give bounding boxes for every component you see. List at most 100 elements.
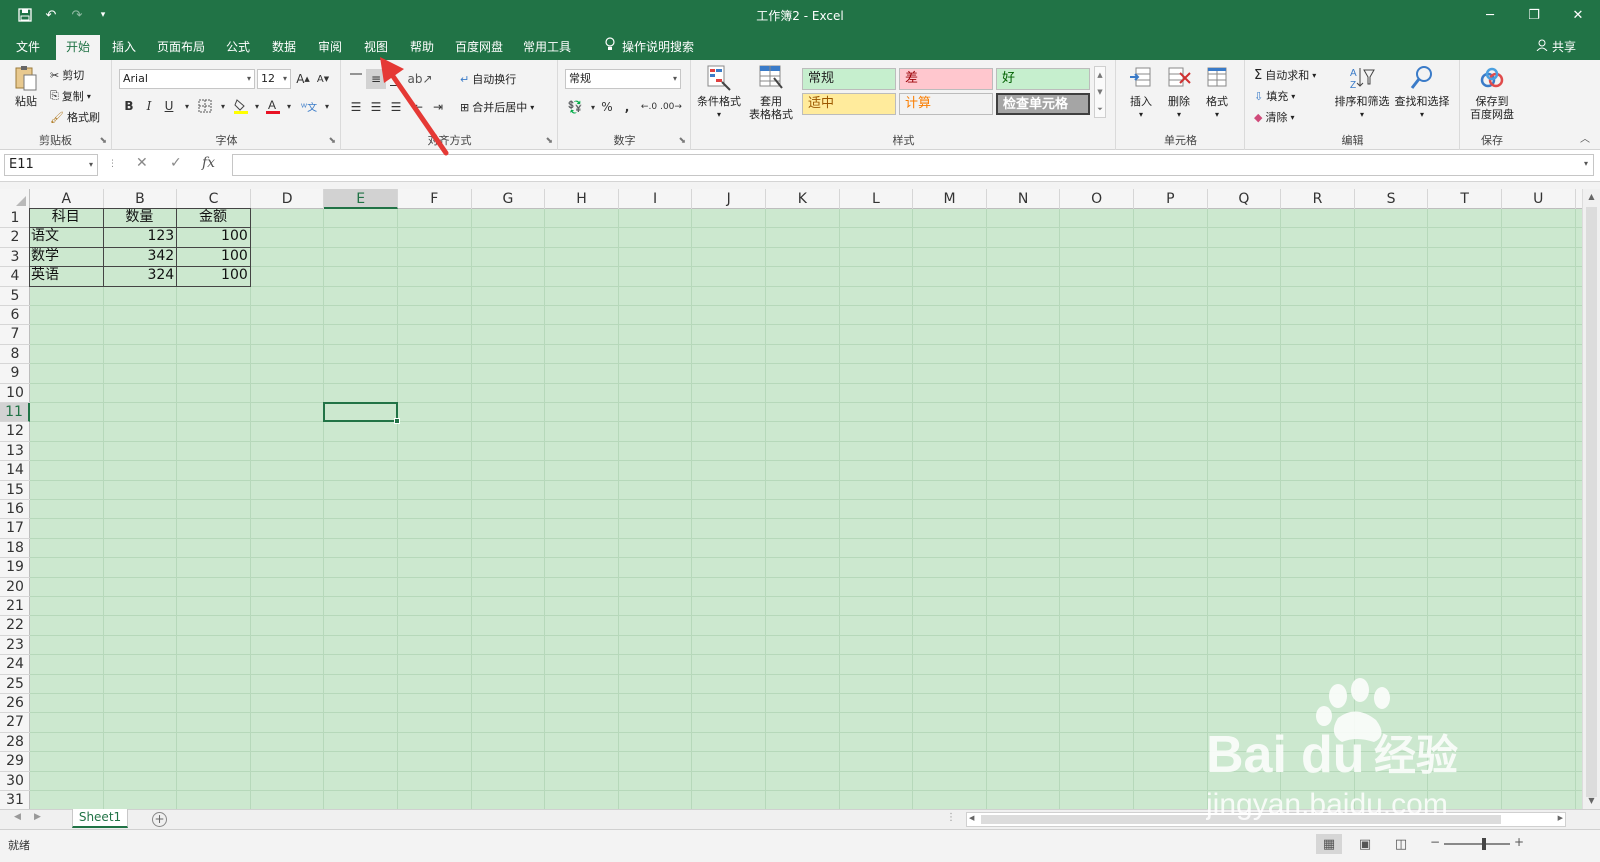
cell-b1[interactable]: 数量 <box>102 208 178 229</box>
increase-font-icon[interactable]: A ▲ <box>293 69 313 89</box>
row-header-1[interactable]: 1 <box>0 209 30 229</box>
wrap-text-button[interactable]: ↵ 自动换行 <box>460 70 516 88</box>
scroll-thumb[interactable] <box>1586 207 1597 797</box>
format-as-table-button[interactable]: 套用 表格格式 <box>744 64 798 121</box>
currency-icon[interactable]: 💱 <box>565 97 585 117</box>
minimize-icon[interactable]: ─ <box>1468 0 1512 30</box>
next-sheet-icon[interactable]: ▶ <box>34 812 41 822</box>
sort-filter-button[interactable]: AZ 排序和筛选 ▾ <box>1332 64 1392 121</box>
column-header-m[interactable]: M <box>913 189 987 209</box>
column-header-s[interactable]: S <box>1355 189 1429 209</box>
row-header-22[interactable]: 22 <box>0 616 30 636</box>
row-header-14[interactable]: 14 <box>0 461 30 481</box>
row-header-27[interactable]: 27 <box>0 713 30 733</box>
row-header-15[interactable]: 15 <box>0 481 30 500</box>
align-middle-icon[interactable]: ≡ <box>366 69 386 89</box>
cell-a2[interactable]: 语文 <box>29 227 104 248</box>
row-header-18[interactable]: 18 <box>0 539 30 559</box>
decrease-decimal-icon[interactable]: .00→ <box>660 97 682 117</box>
cell-a4[interactable]: 英语 <box>29 266 104 287</box>
row-header-11[interactable]: 11 <box>0 403 30 423</box>
row-header-4[interactable]: 4 <box>0 267 30 287</box>
cell-a1[interactable]: 科目 <box>29 208 104 229</box>
dialog-launcher-icon[interactable]: ⬊ <box>99 136 107 146</box>
selected-cell-e11[interactable] <box>323 402 400 425</box>
paste-button[interactable]: 粘贴 <box>8 64 44 108</box>
row-header-17[interactable]: 17 <box>0 519 30 539</box>
row-header-8[interactable]: 8 <box>0 345 30 365</box>
zoom-knob[interactable] <box>1482 838 1486 850</box>
column-header-q[interactable]: Q <box>1208 189 1282 209</box>
hscroll-thumb[interactable] <box>981 815 1501 824</box>
tab-view[interactable]: 视图 <box>356 35 396 60</box>
underline-button[interactable]: U <box>159 96 179 116</box>
chevron-down-icon[interactable]: ▾ <box>279 96 299 116</box>
cell-area[interactable]: 科目 数量 金额 语文 123 100 数学 342 100 英语 324 100 <box>29 208 1582 809</box>
chevron-down-icon[interactable]: ▾ <box>213 96 233 116</box>
cell-c3[interactable]: 100 <box>176 246 251 268</box>
increase-decimal-icon[interactable]: ←.0 <box>639 97 659 117</box>
column-header-b[interactable]: B <box>104 189 178 209</box>
row-header-6[interactable]: 6 <box>0 306 30 326</box>
insert-cells-button[interactable]: 插入 ▾ <box>1123 64 1159 121</box>
phonetic-icon[interactable]: ᵂ文 <box>299 96 319 116</box>
fill-button[interactable]: ⇩ 填充 ▾ <box>1254 87 1295 105</box>
name-box[interactable]: E11 ▾ <box>4 154 98 176</box>
cell-b3[interactable]: 342 <box>102 246 178 268</box>
row-header-19[interactable]: 19 <box>0 558 30 578</box>
undo-icon[interactable]: ↶ <box>40 4 62 26</box>
chevron-down-icon[interactable]: ▾ <box>177 96 197 116</box>
clear-button[interactable]: ◆ 清除 ▾ <box>1254 108 1294 126</box>
decrease-font-icon[interactable]: A ▼ <box>313 69 333 89</box>
splitter-icon[interactable]: ⋮ <box>946 812 956 823</box>
merge-center-button[interactable]: ⊞ 合并后居中 ▾ <box>460 98 534 116</box>
column-header-k[interactable]: K <box>766 189 840 209</box>
close-icon[interactable]: ✕ <box>1556 0 1600 30</box>
prev-sheet-icon[interactable]: ◀ <box>14 812 21 822</box>
align-right-icon[interactable]: ☰ <box>386 97 406 117</box>
cell-c2[interactable]: 100 <box>176 227 251 248</box>
row-header-23[interactable]: 23 <box>0 636 30 656</box>
row-header-30[interactable]: 30 <box>0 772 30 791</box>
style-normal[interactable]: 常规 <box>802 68 896 90</box>
styles-scroll[interactable]: ▲ ▼ ⏷ <box>1094 66 1106 118</box>
style-check-cell[interactable]: 检查单元格 <box>996 93 1090 115</box>
redo-icon[interactable]: ↷ <box>66 4 88 26</box>
dialog-launcher-icon[interactable]: ⬊ <box>678 136 686 146</box>
dialog-launcher-icon[interactable]: ⬊ <box>545 136 553 146</box>
dialog-launcher-icon[interactable]: ⬊ <box>328 136 336 146</box>
number-format-select[interactable]: 常规 ▾ <box>565 69 681 89</box>
restore-icon[interactable]: ❐ <box>1512 0 1556 30</box>
zoom-in-icon[interactable]: + <box>1514 835 1524 849</box>
format-painter-button[interactable]: 🖌 格式刷 <box>50 108 100 126</box>
tab-review[interactable]: 审阅 <box>310 35 350 60</box>
column-header-j[interactable]: J <box>692 189 766 209</box>
font-size-select[interactable]: 12 ▾ <box>257 69 291 89</box>
page-layout-view-icon[interactable]: ▣ <box>1352 834 1378 854</box>
customize-qat-icon[interactable]: ▾ <box>92 4 114 26</box>
font-name-select[interactable]: Arial ▾ <box>119 69 255 89</box>
row-header-9[interactable]: 9 <box>0 364 30 384</box>
column-header-e[interactable]: E <box>324 189 398 209</box>
tab-formulas[interactable]: 公式 <box>218 35 258 60</box>
delete-cells-button[interactable]: 删除 ▾ <box>1161 64 1197 121</box>
expand-formula-icon[interactable]: ▾ <box>1584 159 1588 168</box>
chevron-down-icon[interactable]: ▾ <box>317 96 337 116</box>
tab-common-tools[interactable]: 常用工具 <box>518 35 576 60</box>
horizontal-scrollbar[interactable]: ◀ ▶ <box>966 812 1566 827</box>
align-top-icon[interactable]: ⎺ <box>346 69 366 89</box>
row-header-2[interactable]: 2 <box>0 228 30 248</box>
tab-home[interactable]: 开始 <box>56 35 100 60</box>
tab-baidu-netdisk[interactable]: 百度网盘 <box>450 35 508 60</box>
style-neutral[interactable]: 适中 <box>802 93 896 115</box>
increase-indent-icon[interactable]: ⇥ <box>428 97 448 117</box>
collapse-ribbon-icon[interactable]: ︿ <box>1580 130 1590 145</box>
insert-function-button[interactable]: fx <box>202 155 215 171</box>
select-all-button[interactable] <box>0 189 30 209</box>
italic-button[interactable]: I <box>139 96 159 116</box>
align-left-icon[interactable]: ☰ <box>346 97 366 117</box>
row-header-31[interactable]: 31 <box>0 791 30 809</box>
cell-c4[interactable]: 100 <box>176 266 251 287</box>
row-header-7[interactable]: 7 <box>0 325 30 345</box>
tab-insert[interactable]: 插入 <box>104 35 144 60</box>
